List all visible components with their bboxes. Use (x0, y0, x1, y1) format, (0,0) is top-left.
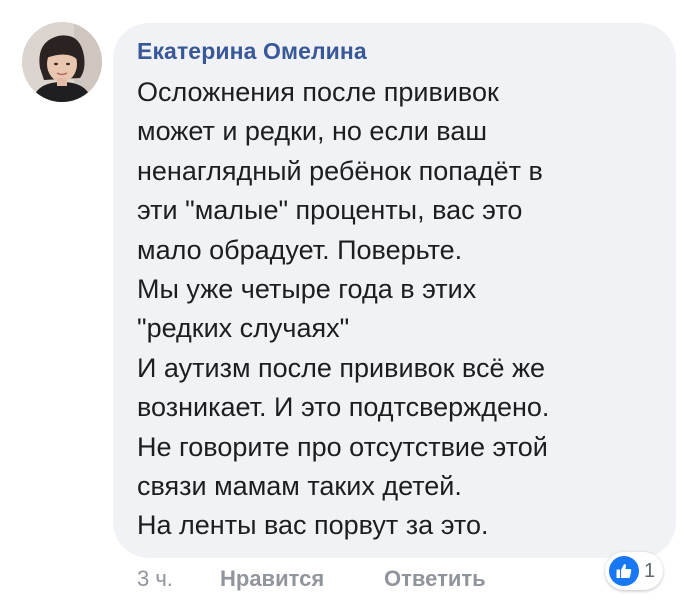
comment-line: Осложнения после прививок (137, 77, 499, 107)
avatar[interactable] (22, 22, 102, 102)
thumbs-up-icon (609, 556, 639, 586)
like-button[interactable]: Нравится (220, 566, 324, 592)
comment-line: может и редки, но если ваш (137, 116, 487, 147)
comment-line: мало обрадует. Поверьте. (137, 234, 463, 265)
reply-button[interactable]: Ответить (384, 566, 486, 592)
comment-line: И аутизм после прививок всё же (137, 352, 546, 383)
reaction-summary[interactable]: 1 (605, 552, 663, 590)
comment-line: ненаглядный ребёнок попадёт в (137, 155, 543, 186)
comment-line: Мы уже четыре года в этих (137, 274, 477, 305)
avatar-photo (22, 22, 102, 102)
comment-author[interactable]: Екатерина Омелина (137, 38, 367, 65)
reaction-count: 1 (644, 559, 656, 582)
comment-actions: 3 ч. Нравится Ответить (137, 566, 677, 596)
comment-line: На ленты вас порвут за это. (137, 510, 489, 541)
comment-line: эти "малые" проценты, вас это (137, 195, 523, 226)
comment-line: Не говорите про отсутствие этой (137, 431, 548, 462)
comment-line: связи мамам таких детей. (137, 471, 462, 502)
comment-line: возникает. И это подтсверждено. (137, 392, 550, 423)
comment-text: Осложнения после прививок может и редки,… (137, 73, 667, 546)
comment-line: "редких случаях" (137, 313, 350, 344)
comment-timestamp[interactable]: 3 ч. (137, 566, 173, 592)
